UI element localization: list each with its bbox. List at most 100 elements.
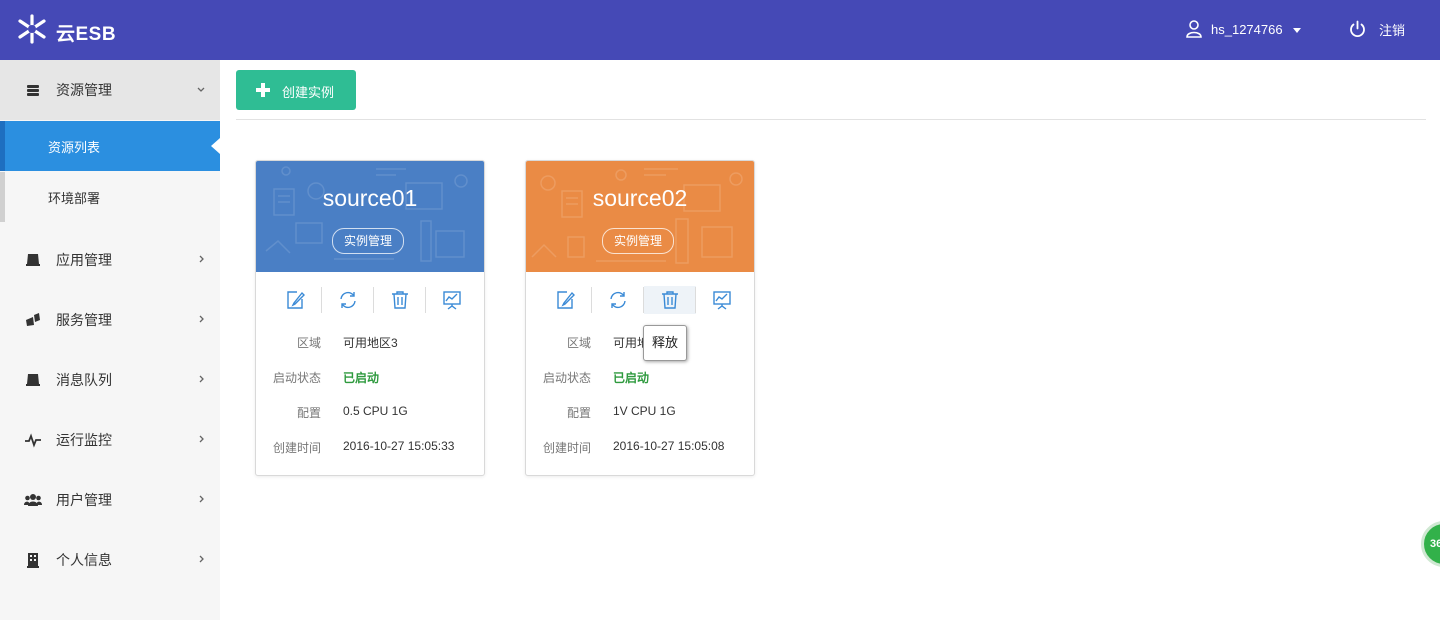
field-value: 1V CPU 1G [613,404,676,418]
sidebar-item-label: 资源管理 [56,82,112,98]
logo-icon [18,14,46,44]
edit-button[interactable] [540,286,592,314]
divider [236,119,1426,120]
chevron-right-icon [199,435,204,443]
refresh-icon [340,291,356,309]
card-actions [270,286,470,314]
restart-button[interactable] [592,286,644,314]
instance-card: source01 实例管理 区域 可用地区3 启动状态 已启动 配置 0.5 C… [255,160,485,476]
field-row: 启动状态 已启动 [526,369,754,389]
database-icon [27,85,39,96]
user-menu[interactable]: hs_1274766 [1186,18,1301,40]
field-label: 区域 [296,336,321,350]
sidebar-item-label: 环境部署 [48,190,101,206]
monitor-button[interactable] [696,286,748,314]
edit-icon [287,291,305,309]
edit-button[interactable] [270,286,322,314]
field-label: 启动状态 [272,371,321,385]
users-icon [24,494,42,506]
sidebar-item-message-queue[interactable]: 消息队列 [0,350,220,410]
sidebar-item-environment-deploy[interactable]: 环境部署 [0,172,220,222]
field-row: 配置 1V CPU 1G [526,404,754,424]
release-button[interactable] [644,286,696,314]
floating-badge-text: 36 [1430,538,1440,550]
service-icon [26,313,40,326]
chevron-right-icon [199,255,204,263]
chevron-down-icon [197,87,205,92]
create-instance-button[interactable]: 创建实例 [236,70,356,110]
logout-button[interactable]: 注销 [1349,18,1405,40]
chevron-right-icon [199,495,204,503]
chart-board-icon [713,291,731,310]
monitor-button[interactable] [426,286,478,314]
logout-label: 注销 [1379,22,1406,38]
field-row: 创建时间 2016-10-27 15:05:08 [526,439,754,459]
sidebar-item-user-management[interactable]: 用户管理 [0,470,220,530]
field-label: 创建时间 [272,441,321,455]
field-row: 区域 可用地区3 [256,334,484,354]
instance-card: source02 实例管理 区域 可用地区3 启动状态 已启动 配置 1V CP… [525,160,755,476]
sidebar-item-service-management[interactable]: 服务管理 [0,290,220,350]
user-icon [1186,20,1202,38]
pattern-background [531,168,743,264]
release-button[interactable] [374,286,426,314]
sidebar-item-label: 消息队列 [56,372,112,388]
trash-icon [662,291,678,309]
sidebar-item-label: 服务管理 [56,312,112,328]
sidebar-item-label: 应用管理 [56,252,112,268]
status-value: 已启动 [343,371,380,385]
field-value: 2016-10-27 15:05:08 [613,439,725,453]
chevron-right-icon [199,315,204,323]
top-bar: 云ESB hs_1274766 注销 [0,0,1440,60]
create-instance-label: 创建实例 [282,85,335,100]
sidebar-item-label: 用户管理 [56,492,112,508]
field-value: 0.5 CPU 1G [343,404,408,418]
status-value: 已启动 [613,371,650,385]
field-row: 配置 0.5 CPU 1G [256,404,484,424]
sidebar-item-label: 运行监控 [56,432,112,448]
field-row: 启动状态 已启动 [256,369,484,389]
field-label: 配置 [296,406,321,420]
field-label: 启动状态 [542,371,591,385]
sidebar-item-monitoring[interactable]: 运行监控 [0,410,220,470]
sidebar: 资源管理 资源列表 环境部署 应用管理 服务管理 消息队列 运行监控 用户管理 … [0,60,220,620]
edit-icon [557,291,575,309]
power-icon [1350,20,1365,38]
instance-manage-button[interactable]: 实例管理 [332,228,404,254]
queue-icon [26,374,40,386]
sidebar-item-personal-info[interactable]: 个人信息 [0,530,220,590]
card-title: source01 [322,185,418,211]
field-value: 2016-10-27 15:05:33 [343,439,455,453]
trash-icon [392,291,408,309]
restart-button[interactable] [322,286,374,314]
refresh-icon [610,291,626,309]
field-row: 创建时间 2016-10-27 15:05:33 [256,439,484,459]
release-tooltip: 释放 [643,325,687,361]
sidebar-item-app-management[interactable]: 应用管理 [0,230,220,290]
floating-badge[interactable]: 36 [1421,521,1440,567]
card-header: source01 实例管理 [256,161,484,272]
field-label: 创建时间 [542,441,591,455]
sidebar-item-resource-management[interactable]: 资源管理 [0,60,220,120]
card-header: source02 实例管理 [526,161,754,272]
card-actions [540,286,740,314]
sidebar-item-resource-list[interactable]: 资源列表 [0,121,220,171]
chevron-right-icon [199,555,204,563]
field-label: 配置 [566,406,591,420]
building-icon [27,553,39,568]
pulse-icon [25,433,41,448]
field-label: 区域 [566,336,591,350]
card-title: source02 [592,185,688,211]
field-value: 可用地区3 [343,336,398,350]
username: hs_1274766 [1211,21,1283,37]
brand-name: 云ESB [56,24,117,45]
chart-board-icon [443,291,461,310]
plus-icon [256,83,270,97]
sidebar-item-label: 个人信息 [56,552,112,568]
pattern-background [265,166,468,262]
chevron-right-icon [199,375,204,383]
chevron-down-icon [1292,27,1301,33]
instance-manage-button[interactable]: 实例管理 [602,228,674,254]
sidebar-item-label: 资源列表 [48,139,101,155]
app-icon [26,254,40,266]
